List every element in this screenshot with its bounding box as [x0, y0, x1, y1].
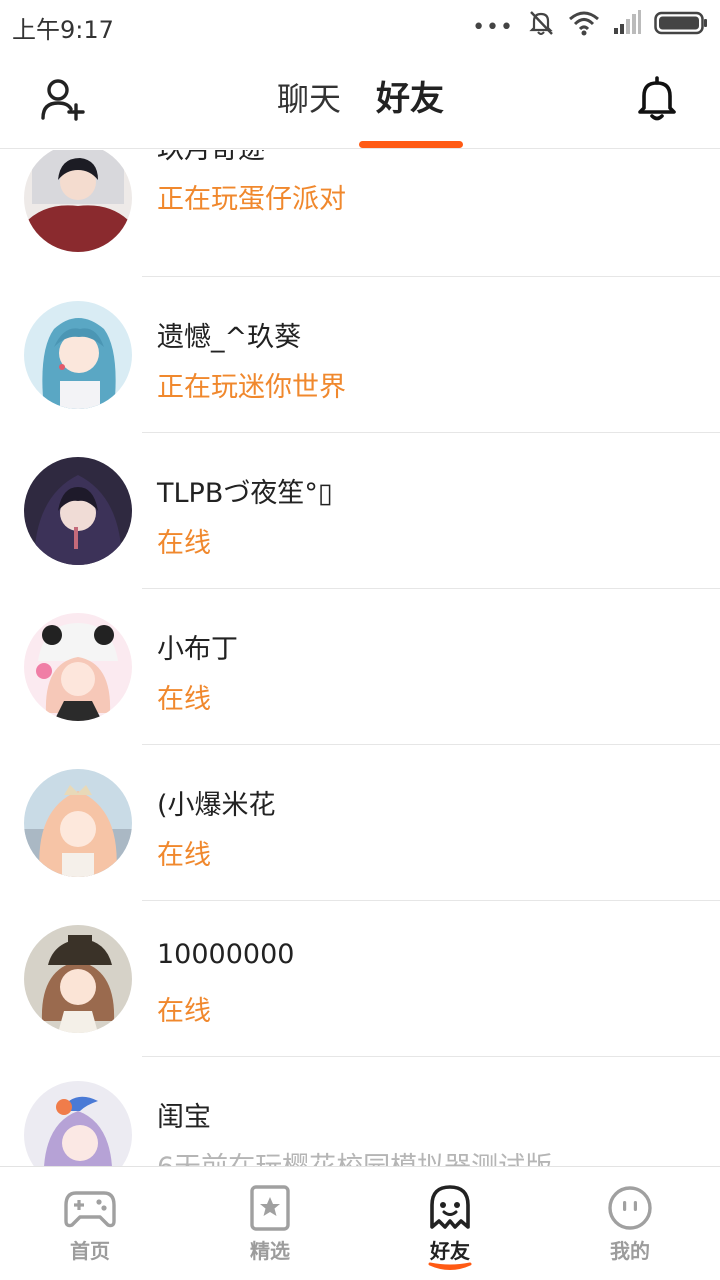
add-user-icon: [41, 79, 85, 121]
friend-name: 小布丁: [157, 634, 238, 665]
mute-bell-icon: [526, 8, 556, 42]
battery-icon: [654, 11, 708, 39]
star-card-icon: [250, 1185, 290, 1231]
friend-row[interactable]: 10000000 在线: [0, 901, 720, 1057]
nav-featured-label: 精选: [250, 1239, 290, 1263]
wifi-icon: [568, 9, 600, 41]
signal-icon: [612, 10, 642, 40]
add-friend-button[interactable]: [38, 76, 88, 124]
more-dots-icon: •••: [472, 15, 514, 40]
nav-home[interactable]: 首页: [0, 1167, 180, 1280]
nav-me-label: 我的: [610, 1239, 650, 1263]
active-tab-indicator: [359, 141, 463, 148]
status-bar: 上午9:17 •••: [0, 0, 720, 50]
status-icons: •••: [472, 8, 708, 42]
friend-row[interactable]: 遗憾_^玖葵 正在玩迷你世界: [0, 277, 720, 433]
friend-name: 闺宝: [157, 1102, 211, 1133]
friend-row[interactable]: 小布丁 在线: [0, 589, 720, 745]
friend-avatar: [24, 301, 132, 409]
ghost-icon: [430, 1185, 470, 1229]
bell-icon: [638, 76, 676, 121]
nav-featured[interactable]: 精选: [180, 1167, 360, 1280]
friend-avatar: [24, 150, 132, 252]
notifications-button[interactable]: [632, 74, 682, 124]
gamepad-icon: [64, 1191, 116, 1228]
friend-name: TLPBづ夜笙°▯: [157, 478, 333, 509]
friend-status: 在线: [157, 840, 211, 871]
friend-status: 在线: [157, 996, 211, 1027]
friend-name: 玖月奇迹: [157, 150, 265, 166]
tab-chat[interactable]: 聊天: [277, 78, 341, 120]
friend-row[interactable]: (小爆米花 在线: [0, 745, 720, 901]
friend-name: 10000000: [157, 939, 295, 970]
friend-avatar: [24, 457, 132, 565]
friend-status: 6天前在玩樱花校园模拟器测试版: [157, 1145, 552, 1166]
friend-name: (小爆米花: [157, 790, 276, 821]
face-icon: [608, 1186, 652, 1230]
friend-status: 在线: [157, 684, 211, 715]
friend-row[interactable]: 玖月奇迹 正在玩蛋仔派对: [0, 150, 720, 277]
friend-name: 遗憾_^玖葵: [157, 322, 302, 353]
friend-avatar: [24, 613, 132, 721]
tab-friends[interactable]: 好友: [376, 78, 444, 120]
friend-list[interactable]: 玖月奇迹 正在玩蛋仔派对 遗憾_^玖葵 正在玩迷你世界 TLPBづ夜笙°▯ 在线…: [0, 150, 720, 1166]
friend-status: 正在玩迷你世界: [157, 372, 346, 403]
friend-avatar: [24, 769, 132, 877]
friend-status: 正在玩蛋仔派对: [157, 184, 346, 215]
active-swoosh-icon: [428, 1262, 472, 1270]
friend-avatar: [24, 1081, 132, 1166]
friend-row[interactable]: 闺宝 6天前在玩樱花校园模拟器测试版: [0, 1057, 720, 1166]
nav-home-label: 首页: [70, 1239, 110, 1263]
status-time: 上午9:17: [12, 16, 114, 44]
nav-me[interactable]: 我的: [540, 1167, 720, 1280]
friend-status: 在线: [157, 528, 211, 559]
nav-friends[interactable]: 好友: [360, 1167, 540, 1280]
app-header: 聊天 好友: [0, 50, 720, 149]
bottom-nav: 首页 精选 好友 我的: [0, 1166, 720, 1280]
nav-friends-label: 好友: [430, 1239, 470, 1263]
friend-row[interactable]: TLPBづ夜笙°▯ 在线: [0, 433, 720, 589]
friend-avatar: [24, 925, 132, 1033]
